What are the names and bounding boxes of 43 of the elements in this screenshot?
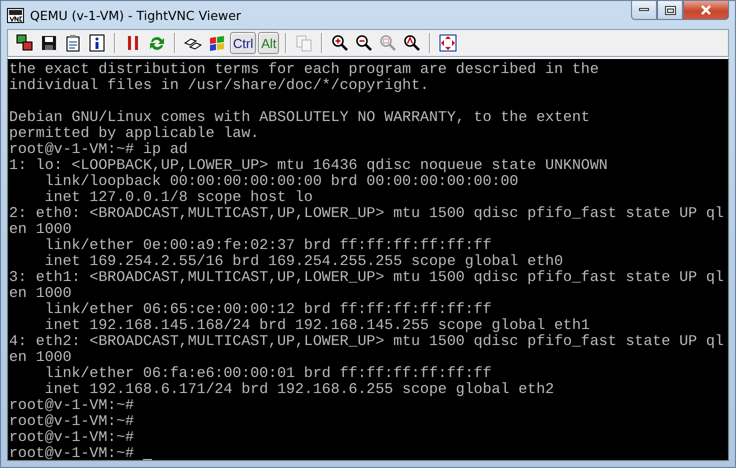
terminal-line: the exact distribution terms for each program are described in the: [9, 62, 599, 78]
screens-icon[interactable]: [16, 34, 34, 52]
terminal-line: root@v-1-VM:~#: [9, 446, 136, 460]
terminal-line: link/ether 06:fa:e6:00:00:01 brd ff:ff:ff:ff:ff:ff: [44, 366, 492, 382]
terminal-line: permitted by applicable law.: [9, 126, 260, 142]
terminal-line: 3: eth1: <BROADCAST,MULTICAST,UP,LOWER_UP> mtu 1500 qdisc pfifo_fast state UP ql: [9, 270, 724, 286]
info-icon[interactable]: [88, 34, 106, 52]
terminal-line: root@v-1-VM:~#: [9, 398, 134, 414]
terminal-line: en 1000: [9, 350, 72, 366]
document-icon[interactable]: [64, 34, 82, 52]
terminal-line: inet 192.168.145.168/24 brd 192.168.145.255 scope global eth1: [44, 318, 590, 334]
magnifier-icon[interactable]: [403, 34, 422, 52]
close-icon: [700, 5, 712, 15]
terminal-line: individual files in /usr/share/doc/*/copyright.: [9, 78, 429, 94]
key-toggle[interactable]: Alt: [258, 32, 280, 54]
terminal-line: link/ether 06:65:ce:00:00:12 brd ff:ff:ff:ff:ff:ff: [44, 302, 492, 318]
terminal-line: inet 169.254.2.55/16 brd 169.254.255.255 scope global eth0: [44, 254, 564, 270]
terminal-line: inet 127.0.0.1/8 scope host lo: [44, 190, 313, 206]
close-button[interactable]: [683, 1, 729, 20]
terminal-line: 4: eth2: <BROADCAST,MULTICAST,UP,LOWER_UP> mtu 1500 qdisc pfifo_fast state UP ql: [9, 334, 724, 350]
terminal-line: Debian GNU/Linux comes with ABSOLUTELY NO WARRANTY, to the extent: [9, 110, 590, 126]
app-icon: [7, 8, 24, 22]
minimize-icon: [639, 8, 649, 12]
zoom-out-icon[interactable]: [355, 34, 374, 52]
maximize-button[interactable]: [657, 1, 683, 20]
terminal-line: en 1000: [9, 286, 72, 302]
window-title: QEMU (v-1-VM) - TightVNC Viewer: [30, 8, 242, 22]
minimize-button[interactable]: [631, 1, 657, 20]
arrows-icon[interactable]: [439, 34, 458, 52]
terminal-line: en 1000: [9, 222, 72, 238]
terminal-line: link/loopback 00:00:00:00:00:00 brd 00:00:00:00:00:00: [44, 174, 518, 190]
refresh-icon[interactable]: [148, 34, 166, 52]
flag-icon[interactable]: [208, 34, 226, 52]
terminal-line: 1: lo: <LOOPBACK,UP,LOWER_UP> mtu 16436 qdisc noqueue state UNKNOWN: [9, 158, 608, 174]
terminal-line: root@v-1-VM:~# ip ad: [9, 142, 188, 158]
terminal-line: root@v-1-VM:~#: [9, 414, 134, 430]
key-toggle[interactable]: Ctrl: [230, 32, 256, 54]
terminal-line: root@v-1-VM:~#: [9, 430, 134, 446]
terminal-line: inet 192.168.6.171/24 brd 192.168.6.255 scope global eth2: [44, 382, 554, 398]
terminal-line: link/ether 0e:00:a9:fe:02:37 brd ff:ff:ff:ff:ff:ff: [44, 238, 492, 254]
zoom-in-icon[interactable]: [331, 34, 350, 52]
terminal-line: 2: eth0: <BROADCAST,MULTICAST,UP,LOWER_UP> mtu 1500 qdisc pfifo_fast state UP ql: [9, 206, 724, 222]
maximize-icon: [664, 6, 676, 14]
